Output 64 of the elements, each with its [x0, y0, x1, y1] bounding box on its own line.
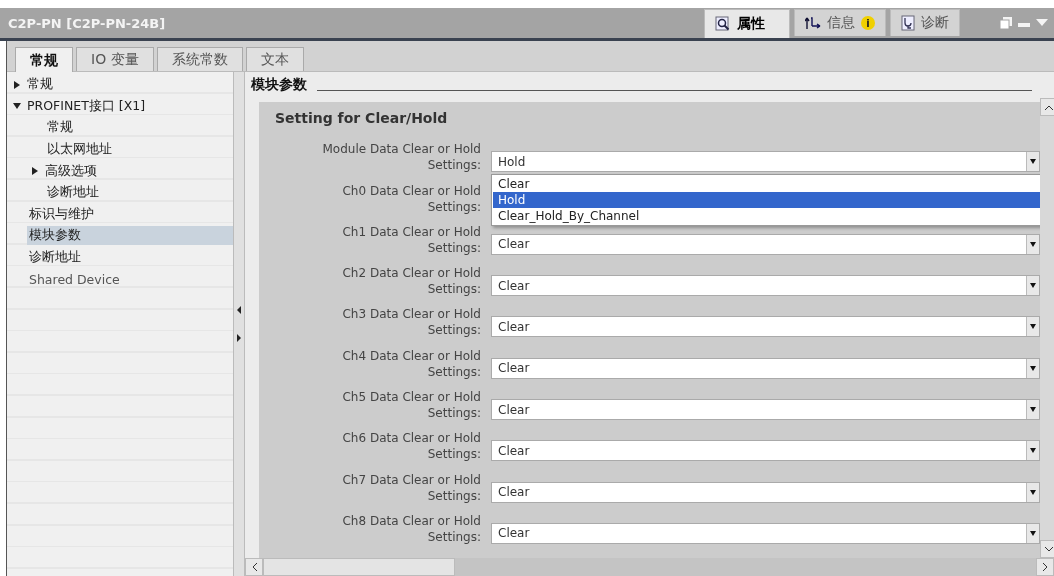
caret-icon	[1030, 324, 1036, 330]
caret-icon	[1030, 283, 1036, 289]
select-field[interactable]: Clear	[491, 522, 1040, 544]
collapsed-arrow-icon[interactable]	[31, 167, 39, 176]
caret-icon	[1030, 159, 1036, 165]
select-field[interactable]: Clear	[491, 233, 1040, 255]
magnifier-icon	[715, 16, 731, 32]
caret-icon	[1030, 407, 1036, 413]
tree-item[interactable]: 诊断地址	[27, 248, 83, 268]
dropdown-option[interactable]: Hold	[493, 192, 1040, 208]
tab[interactable]: IO 变量	[76, 47, 154, 71]
scroll-down-icon[interactable]	[1040, 540, 1054, 558]
setting-label: Ch2 Data Clear or Hold Settings:	[341, 265, 481, 298]
caret-icon	[1030, 365, 1036, 371]
caret-icon	[1030, 489, 1036, 495]
tree-item[interactable]: 高级选项	[43, 161, 99, 181]
stethoscope-icon	[901, 15, 915, 31]
inspector-tab[interactable]: 属性	[704, 9, 790, 38]
select-field[interactable]: Hold	[491, 151, 1040, 173]
setting-label: Ch3 Data Clear or Hold Settings:	[341, 306, 481, 339]
tab[interactable]: 系统常数	[156, 47, 243, 71]
tree-item[interactable]: 常规	[25, 75, 55, 95]
tree-item[interactable]: 以太网地址	[45, 140, 114, 160]
setting-label: Ch8 Data Clear or Hold Settings:	[341, 512, 481, 545]
scroll-left-icon[interactable]	[245, 558, 263, 576]
setting-label: Ch5 Data Clear or Hold Settings:	[341, 389, 481, 422]
setting-label: Module Data Clear or Hold Settings:	[321, 141, 481, 174]
tree-item[interactable]: 诊断地址	[45, 183, 101, 203]
setting-label: Ch4 Data Clear or Hold Settings:	[341, 347, 481, 380]
section-title: 模块参数	[251, 76, 307, 94]
select-field[interactable]: Clear	[491, 357, 1040, 379]
select-field[interactable]: Clear	[491, 275, 1040, 297]
setting-label: Ch7 Data Clear or Hold Settings:	[341, 471, 481, 504]
select-field[interactable]: Clear	[491, 316, 1040, 338]
setting-label: Ch0 Data Clear or Hold Settings:	[341, 182, 481, 215]
info-badge: i	[861, 16, 875, 30]
setting-label: Ch6 Data Clear or Hold Settings:	[341, 430, 481, 463]
collapsed-arrow-icon[interactable]	[13, 80, 21, 89]
expanded-arrow-icon[interactable]	[13, 102, 21, 111]
window-title: C2P-PN [C2P-PN-24B]	[8, 15, 167, 31]
tree-item[interactable]: PROFINET接口 [X1]	[25, 96, 148, 116]
scroll-right-icon[interactable]	[1036, 558, 1054, 576]
scrollbar-thumb[interactable]	[263, 558, 455, 576]
tree-item[interactable]: 标识与维护	[27, 204, 96, 224]
scroll-up-icon[interactable]	[1040, 98, 1054, 116]
setting-label: Ch1 Data Clear or Hold Settings:	[341, 223, 481, 256]
inspector-tab[interactable]: 诊断	[890, 9, 960, 36]
tree-item[interactable]: 常规	[45, 118, 75, 138]
select-field[interactable]: Clear	[491, 481, 1040, 503]
info-arrows-icon	[805, 15, 821, 31]
caret-icon	[1030, 241, 1036, 247]
select-field[interactable]: Clear	[491, 440, 1040, 462]
collapse-left-icon[interactable]	[237, 306, 241, 314]
tab[interactable]: 常规	[15, 47, 73, 73]
caret-icon	[1030, 448, 1036, 454]
dropdown-option[interactable]: Clear_Hold_By_Channel	[493, 208, 1040, 224]
inspector-tab[interactable]: 信息 i	[794, 9, 886, 36]
tree-item[interactable]: 模块参数	[27, 226, 233, 246]
select-field[interactable]: Clear	[491, 399, 1040, 421]
expand-right-icon[interactable]	[237, 334, 241, 342]
dropdown-option[interactable]: Clear	[493, 176, 1040, 192]
group-title: Setting for Clear/Hold	[275, 110, 449, 126]
caret-icon	[1030, 530, 1036, 536]
tab[interactable]: 文本	[245, 47, 304, 71]
